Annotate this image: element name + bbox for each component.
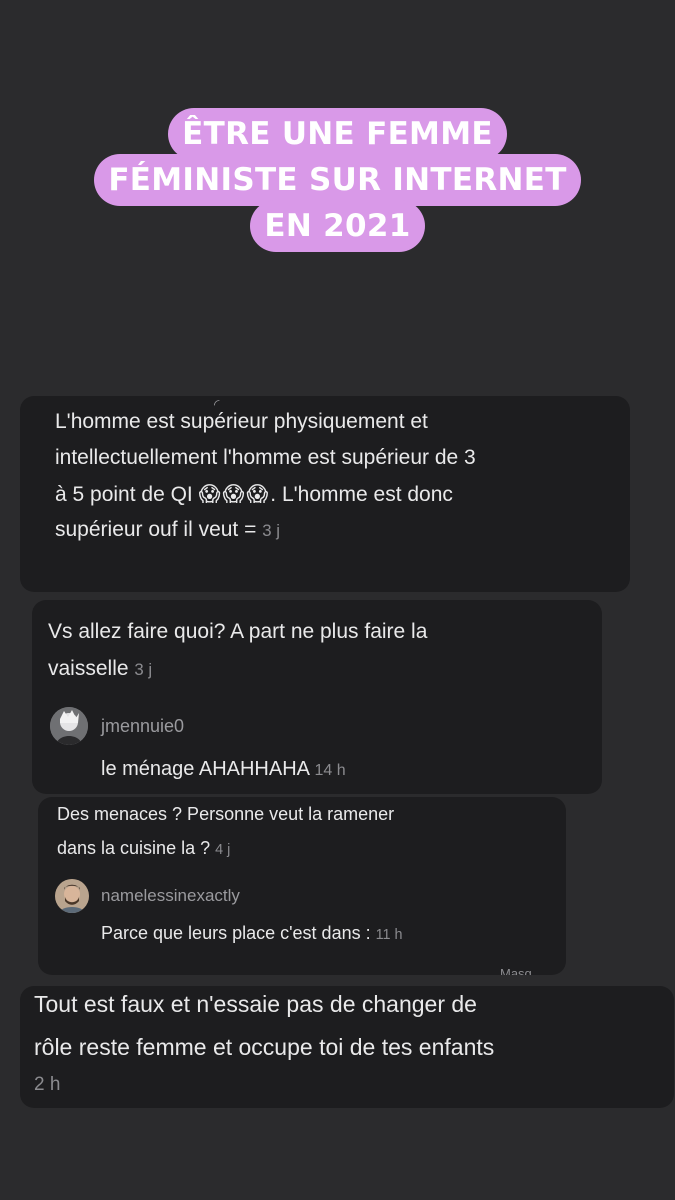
comment-1-line-4-text: supérieur ouf il veut =	[55, 518, 257, 541]
comment-1-line-4: supérieur ouf il veut = 3 j	[55, 518, 280, 542]
comment-1-timestamp: 3 j	[262, 521, 280, 540]
hide-link-cut[interactable]: Masq	[500, 966, 532, 975]
comment-2-line-2: vaisselle 3 j	[48, 657, 152, 681]
comment-1-line-3-suffix: . L'homme est donc	[270, 483, 453, 506]
title-line-1: ÊTRE UNE FEMME	[168, 108, 507, 160]
story-title: ÊTRE UNE FEMME FÉMINISTE SUR INTERNET EN…	[0, 108, 675, 252]
comment-2-reply-body: le ménage AHAHHAHA	[101, 758, 309, 780]
scream-emoji-icon: 😱😱😱	[198, 483, 271, 506]
title-line-2: FÉMINISTE SUR INTERNET	[94, 154, 581, 206]
comment-2-reply-text: le ménage AHAHHAHA 14 h	[101, 758, 346, 781]
namelessinexactly-avatar[interactable]	[55, 879, 89, 913]
comment-3-reply-timestamp: 11 h	[375, 927, 403, 943]
comment-3-line-1: Des menaces ? Personne veut la ramener	[57, 804, 395, 824]
comment-2-timestamp: 3 j	[134, 660, 153, 679]
comment-1-line-3-prefix: à 5 point de QI	[55, 483, 193, 506]
comment-2-reply-timestamp: 14 h	[314, 762, 346, 779]
comment-3-reply-text: Parce que leurs place c'est dans : 11 h	[101, 923, 403, 944]
comment-4-line-2: rôle reste femme et occupe toi de tes en…	[34, 1034, 495, 1060]
comment-3-line-2: dans la cuisine la ? 4 j	[57, 838, 230, 859]
reply-username-jmennuie0[interactable]: jmennuie0	[101, 716, 184, 737]
comment-2-line-1: Vs allez faire quoi? A part ne plus fair…	[48, 620, 428, 643]
jmennuie0-avatar[interactable]	[50, 707, 88, 745]
comment-3-line-2-text: dans la cuisine la ?	[57, 838, 211, 858]
comment-3-reply-body: Parce que leurs place c'est dans :	[101, 923, 371, 943]
reply-username-namelessinexactly[interactable]: namelessinexactly	[101, 886, 240, 906]
title-line-3: EN 2021	[250, 200, 425, 252]
comment-2-line-2-text: vaisselle	[48, 657, 129, 680]
comment-4-timestamp: 2 h	[34, 1074, 61, 1095]
comment-1-line-1: L'homme est supérieur physiquement et	[55, 410, 428, 433]
comment-1-line-3: à 5 point de QI 😱😱😱. L'homme est donc	[55, 482, 453, 507]
comment-1-line-2: intellectuellement l'homme est supérieur…	[55, 446, 476, 469]
comment-4-line-1: Tout est faux et n'essaie pas de changer…	[34, 991, 477, 1017]
comment-3-timestamp: 4 j	[215, 842, 231, 858]
